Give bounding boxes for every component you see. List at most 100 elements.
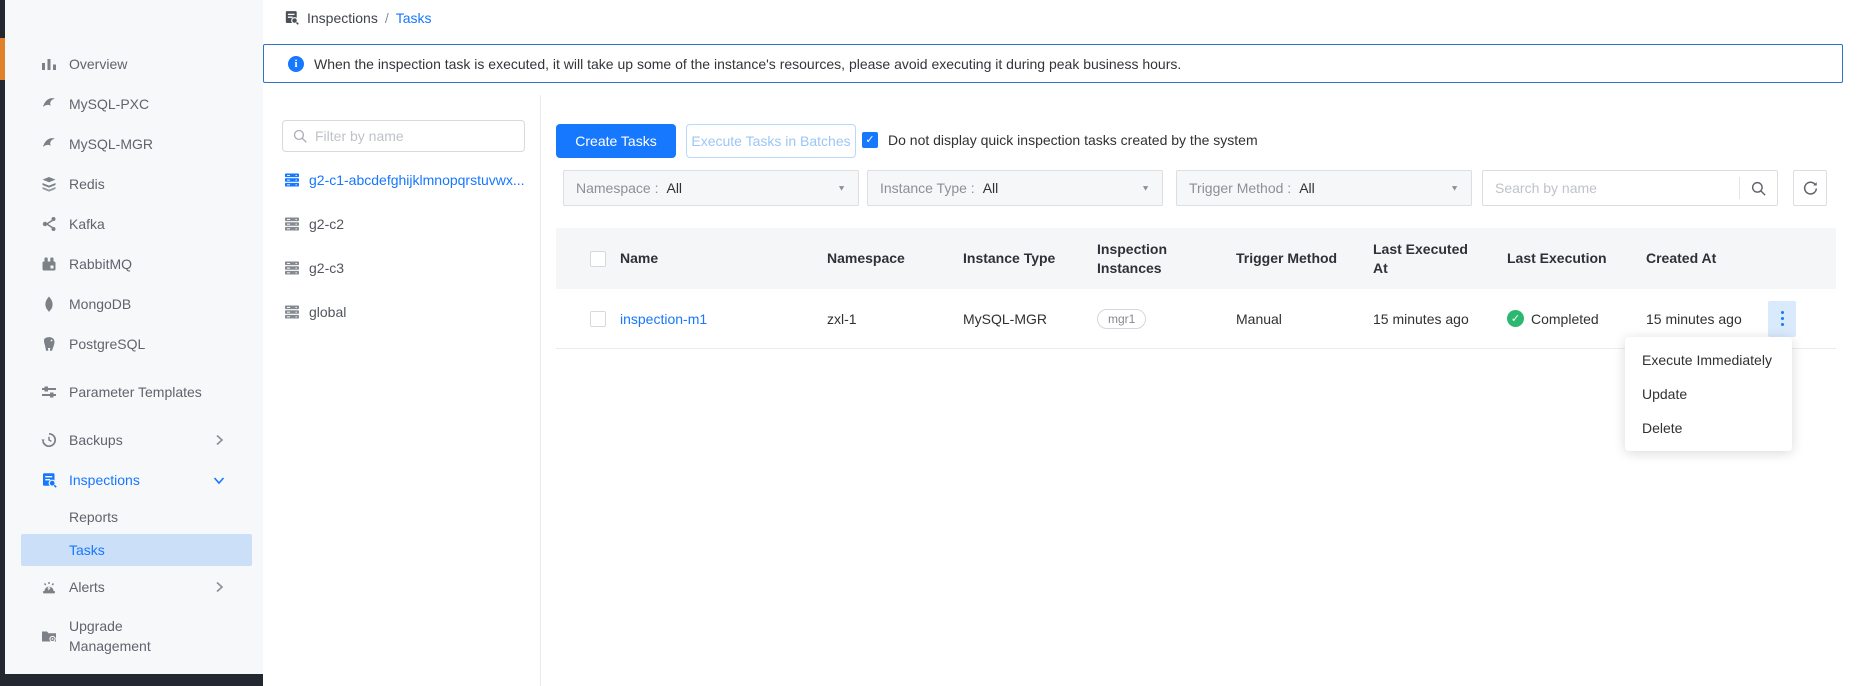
sidebar-item-redis[interactable]: Redis bbox=[5, 164, 263, 204]
cell-last-execution: ✓ Completed bbox=[1507, 310, 1646, 327]
column-header-namespace: Namespace bbox=[827, 249, 963, 268]
sidebar-item-upgrade-management[interactable]: Upgrade Management bbox=[5, 608, 263, 664]
sidebar-item-kafka[interactable]: Kafka bbox=[5, 204, 263, 244]
column-header-instance-type: Instance Type bbox=[963, 249, 1097, 268]
sidebar-item-label: Alerts bbox=[69, 577, 204, 597]
column-header-last-execution: Last Execution bbox=[1507, 249, 1646, 268]
rabbit-icon bbox=[40, 255, 58, 273]
sidebar-item-mongodb[interactable]: MongoDB bbox=[5, 284, 263, 324]
search-by-name-input[interactable] bbox=[1483, 180, 1739, 196]
sidebar-item-backups[interactable]: Backups bbox=[5, 420, 263, 460]
breadcrumb-section[interactable]: Inspections bbox=[307, 10, 378, 26]
menu-item-execute-immediately[interactable]: Execute Immediately bbox=[1625, 343, 1792, 377]
cluster-item[interactable]: global bbox=[263, 290, 540, 334]
chevron-down-icon bbox=[210, 471, 228, 489]
sidebar-subitem-reports[interactable]: Reports bbox=[5, 500, 263, 534]
sidebar-item-label: RabbitMQ bbox=[69, 254, 204, 274]
folder-gear-icon bbox=[40, 627, 58, 645]
execute-tasks-in-batches-button[interactable]: Execute Tasks in Batches bbox=[686, 124, 856, 158]
column-header-created-at: Created At bbox=[1646, 249, 1768, 268]
row-checkbox[interactable] bbox=[590, 311, 606, 327]
server-icon bbox=[283, 215, 301, 233]
sliders-icon bbox=[40, 383, 58, 401]
cell-created-at: 15 minutes ago bbox=[1646, 311, 1768, 327]
sidebar-item-label: MySQL-PXC bbox=[69, 94, 204, 114]
elephant-icon bbox=[40, 335, 58, 353]
kafka-icon bbox=[40, 215, 58, 233]
alarm-icon bbox=[40, 578, 58, 596]
info-icon: i bbox=[288, 56, 304, 72]
sidebar: Overview MySQL-PXC MySQL-MGR Redis bbox=[5, 0, 263, 686]
namespace-select-value: All bbox=[666, 180, 682, 196]
cell-last-executed-at: 15 minutes ago bbox=[1373, 311, 1507, 327]
search-button[interactable] bbox=[1739, 177, 1777, 199]
leaf-icon bbox=[40, 295, 58, 313]
namespace-select[interactable]: Namespace : All ▼ bbox=[563, 170, 859, 206]
sidebar-item-inspections[interactable]: Inspections bbox=[5, 460, 263, 500]
sidebar-item-label: Backups bbox=[69, 430, 204, 450]
search-by-name-wrap bbox=[1482, 170, 1778, 206]
layers-icon bbox=[40, 175, 58, 193]
bar-chart-icon bbox=[40, 55, 58, 73]
dolphin-icon bbox=[40, 135, 58, 153]
cell-trigger-method: Manual bbox=[1236, 311, 1373, 327]
select-all-checkbox[interactable] bbox=[590, 251, 606, 267]
instance-type-select-label: Instance Type : bbox=[880, 180, 975, 196]
cluster-name: g2-c1-abcdefghijklmnopqrstuvwx... bbox=[309, 172, 531, 188]
sidebar-item-label: Upgrade Management bbox=[69, 616, 204, 656]
hide-quick-tasks-option: ✓ Do not display quick inspection tasks … bbox=[862, 132, 1258, 148]
breadcrumb: Inspections / Tasks bbox=[283, 9, 432, 26]
trigger-method-select[interactable]: Trigger Method : All ▼ bbox=[1176, 170, 1472, 206]
cluster-filter-input-wrap bbox=[282, 120, 525, 152]
column-header-trigger-method: Trigger Method bbox=[1236, 249, 1373, 268]
sidebar-item-postgresql[interactable]: PostgreSQL bbox=[5, 324, 263, 364]
sidebar-subitem-tasks[interactable]: Tasks bbox=[21, 534, 252, 566]
panel-divider bbox=[540, 95, 541, 686]
instance-type-select-value: All bbox=[983, 180, 999, 196]
cell-instance-type: MySQL-MGR bbox=[963, 311, 1097, 327]
sidebar-item-label: Overview bbox=[69, 54, 204, 74]
cluster-name: g2-c2 bbox=[309, 216, 531, 232]
dolphin-icon bbox=[40, 95, 58, 113]
tasks-table: Name Namespace Instance Type Inspection … bbox=[556, 228, 1836, 349]
sidebar-item-label: Kafka bbox=[69, 214, 204, 234]
cluster-item[interactable]: g2-c1-abcdefghijklmnopqrstuvwx... bbox=[263, 158, 540, 202]
cluster-item[interactable]: g2-c2 bbox=[263, 202, 540, 246]
caret-down-icon: ▼ bbox=[837, 184, 846, 193]
cluster-list: g2-c1-abcdefghijklmnopqrstuvwx... g2-c2 … bbox=[263, 158, 540, 334]
sidebar-item-mysql-pxc[interactable]: MySQL-PXC bbox=[5, 84, 263, 124]
row-actions-menu: Execute Immediately Update Delete bbox=[1625, 337, 1792, 451]
backup-icon bbox=[40, 431, 58, 449]
task-name-link[interactable]: inspection-m1 bbox=[620, 311, 707, 327]
create-tasks-button[interactable]: Create Tasks bbox=[556, 124, 676, 158]
chevron-right-icon bbox=[210, 431, 228, 449]
cluster-item[interactable]: g2-c3 bbox=[263, 246, 540, 290]
cluster-name: global bbox=[309, 304, 531, 320]
sidebar-subitem-label: Reports bbox=[69, 509, 118, 525]
cluster-filter-input[interactable] bbox=[315, 128, 524, 144]
menu-item-update[interactable]: Update bbox=[1625, 377, 1792, 411]
menu-item-delete[interactable]: Delete bbox=[1625, 411, 1792, 445]
app-window: Overview MySQL-PXC MySQL-MGR Redis bbox=[0, 0, 1859, 686]
sidebar-item-label: MongoDB bbox=[69, 294, 204, 314]
sidebar-nav: Overview MySQL-PXC MySQL-MGR Redis bbox=[5, 44, 263, 664]
table-header-row: Name Namespace Instance Type Inspection … bbox=[556, 228, 1836, 289]
sidebar-item-mysql-mgr[interactable]: MySQL-MGR bbox=[5, 124, 263, 164]
row-actions-kebab-button[interactable] bbox=[1768, 301, 1796, 337]
refresh-button[interactable] bbox=[1793, 170, 1827, 206]
sidebar-item-parameter-templates[interactable]: Parameter Templates bbox=[5, 364, 263, 420]
instance-type-select[interactable]: Instance Type : All ▼ bbox=[867, 170, 1163, 206]
sidebar-item-alerts[interactable]: Alerts bbox=[5, 566, 263, 608]
inspection-instance-tag: mgr1 bbox=[1097, 309, 1146, 329]
info-banner: i When the inspection task is executed, … bbox=[263, 44, 1843, 83]
hide-quick-tasks-checkbox[interactable]: ✓ bbox=[862, 132, 878, 148]
column-header-last-executed-at: Last Executed At bbox=[1373, 240, 1507, 278]
column-header-name: Name bbox=[620, 249, 684, 268]
sidebar-item-label: PostgreSQL bbox=[69, 334, 204, 354]
search-icon bbox=[1750, 180, 1767, 197]
breadcrumb-current[interactable]: Tasks bbox=[396, 10, 432, 26]
sidebar-subitem-label: Tasks bbox=[69, 542, 105, 558]
sidebar-item-overview[interactable]: Overview bbox=[5, 44, 263, 84]
server-icon bbox=[283, 259, 301, 277]
sidebar-item-rabbitmq[interactable]: RabbitMQ bbox=[5, 244, 263, 284]
